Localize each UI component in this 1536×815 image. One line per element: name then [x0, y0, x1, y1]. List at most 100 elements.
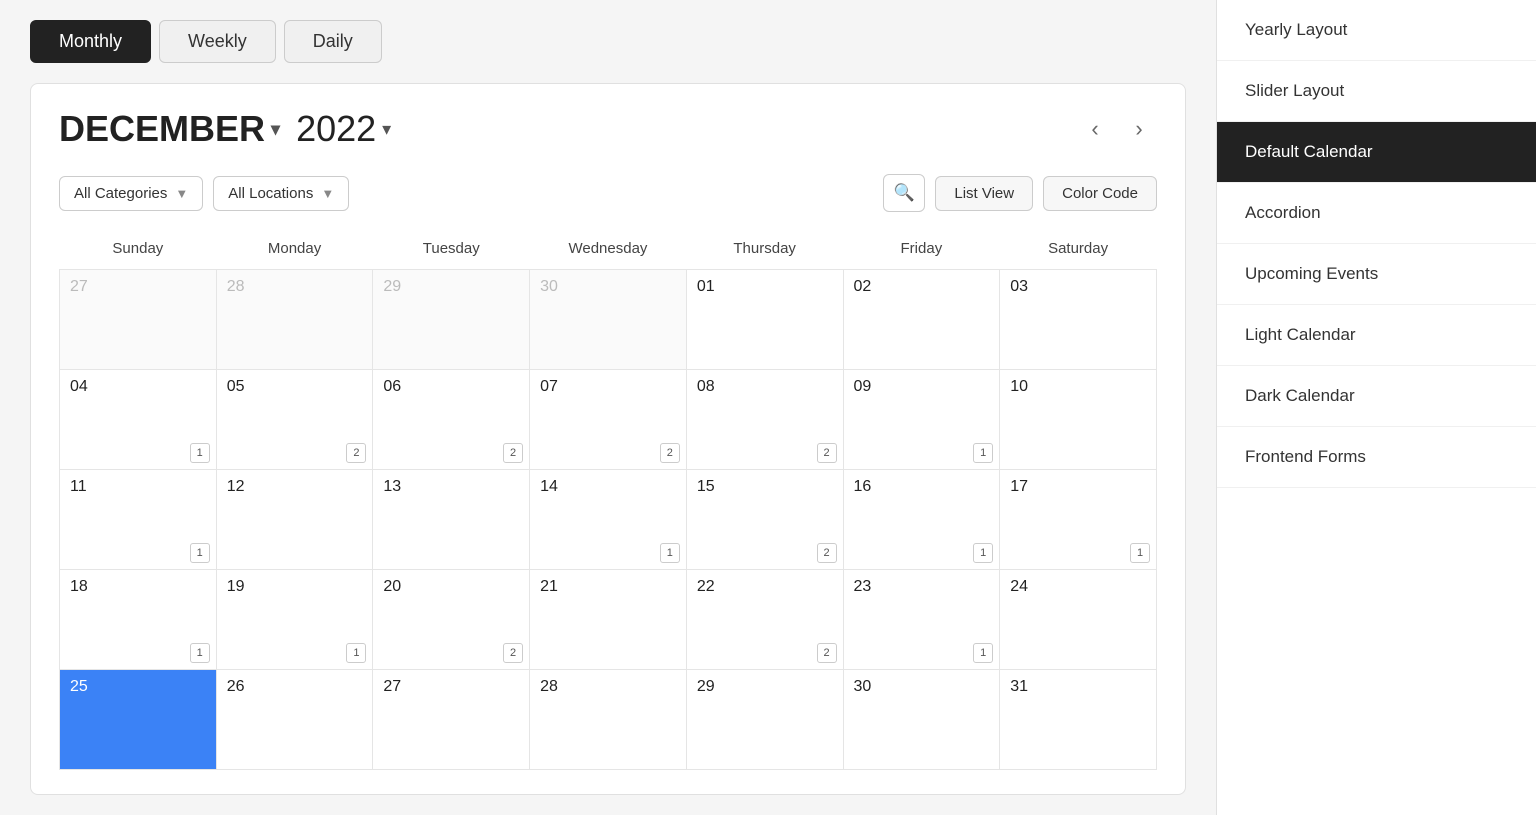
calendar-cell[interactable]: 01 [686, 270, 843, 370]
calendar-cell[interactable]: 31 [1000, 670, 1157, 770]
categories-filter[interactable]: All Categories ▼ [59, 176, 203, 211]
calendar-cell[interactable]: 06 2 [373, 370, 530, 470]
event-badge: 1 [190, 543, 210, 563]
weekday-tuesday: Tuesday [373, 232, 530, 270]
day-number: 29 [383, 278, 401, 295]
calendar-cell[interactable]: 222 [686, 570, 843, 670]
year-dropdown-arrow: ▾ [382, 119, 391, 140]
search-icon: 🔍 [894, 183, 915, 203]
sidebar-item-slider-layout[interactable]: Slider Layout [1217, 61, 1536, 122]
day-number: 06 [383, 378, 401, 395]
calendar-cell[interactable]: 181 [60, 570, 217, 670]
calendar-cell[interactable]: 03 [1000, 270, 1157, 370]
calendar-cell[interactable]: 171 [1000, 470, 1157, 570]
day-number: 27 [70, 278, 88, 295]
day-number: 23 [854, 578, 872, 595]
daily-btn[interactable]: Daily [284, 20, 382, 63]
sidebar-item-yearly-layout[interactable]: Yearly Layout [1217, 0, 1536, 61]
calendar-cell[interactable]: 27 [373, 670, 530, 770]
event-badge: 2 [503, 643, 523, 663]
month-selector[interactable]: DECEMBER ▾ [59, 108, 280, 150]
sidebar: Yearly LayoutSlider LayoutDefault Calend… [1216, 0, 1536, 815]
list-view-button[interactable]: List View [935, 176, 1033, 211]
calendar-cell[interactable]: 12 [216, 470, 373, 570]
day-number: 13 [383, 478, 401, 495]
main-content: Monthly Weekly Daily DECEMBER ▾ 2022 ▾ ‹… [0, 0, 1216, 815]
sidebar-item-dark-calendar[interactable]: Dark Calendar [1217, 366, 1536, 427]
calendar-cell[interactable]: 111 [60, 470, 217, 570]
calendar-cell[interactable]: 28 [216, 270, 373, 370]
calendar-cell[interactable]: 231 [843, 570, 1000, 670]
day-number: 05 [227, 378, 245, 395]
calendar-cell[interactable]: 27 [60, 270, 217, 370]
day-number: 15 [697, 478, 715, 495]
categories-label: All Categories [74, 185, 167, 202]
day-number: 11 [70, 478, 87, 495]
calendar-cell[interactable]: 29 [686, 670, 843, 770]
day-number: 26 [227, 678, 245, 695]
calendar-cell[interactable]: 152 [686, 470, 843, 570]
day-number: 20 [383, 578, 401, 595]
event-badge: 1 [660, 543, 680, 563]
week-row-1: 041052 06 2 072 08 2 09110 [60, 370, 1157, 470]
calendar-cell[interactable]: 02 [843, 270, 1000, 370]
calendar-cell[interactable]: 13 [373, 470, 530, 570]
day-number: 24 [1010, 578, 1028, 595]
search-button[interactable]: 🔍 [883, 174, 925, 212]
sidebar-item-upcoming-events[interactable]: Upcoming Events [1217, 244, 1536, 305]
calendar-cell[interactable]: 141 [530, 470, 687, 570]
prev-month-button[interactable]: ‹ [1077, 111, 1113, 147]
weekday-thursday: Thursday [686, 232, 843, 270]
day-number: 02 [854, 278, 872, 295]
calendar-cell[interactable]: 091 [843, 370, 1000, 470]
event-badge: 1 [973, 443, 993, 463]
calendar-cell[interactable]: 29 [373, 270, 530, 370]
sidebar-item-default-calendar[interactable]: Default Calendar [1217, 122, 1536, 183]
event-badge: 1 [973, 543, 993, 563]
day-number: 28 [227, 278, 245, 295]
calendar-cell[interactable]: 21 [530, 570, 687, 670]
event-badge: 2 [817, 443, 837, 463]
event-badge: 2 [503, 443, 523, 463]
nav-arrows: ‹ › [1077, 111, 1157, 147]
calendar-cell[interactable]: 20 2 [373, 570, 530, 670]
calendar-cell[interactable]: 08 2 [686, 370, 843, 470]
sidebar-item-light-calendar[interactable]: Light Calendar [1217, 305, 1536, 366]
calendar-cell[interactable]: 26 [216, 670, 373, 770]
calendar-cell[interactable]: 24 [1000, 570, 1157, 670]
locations-filter[interactable]: All Locations ▼ [213, 176, 349, 211]
calendar-cell[interactable]: 041 [60, 370, 217, 470]
month-year-selector: DECEMBER ▾ 2022 ▾ [59, 108, 1077, 150]
calendar-header: DECEMBER ▾ 2022 ▾ ‹ › [59, 108, 1157, 150]
locations-arrow: ▼ [321, 186, 334, 201]
weekday-sunday: Sunday [60, 232, 217, 270]
day-number: 08 [697, 378, 715, 395]
calendar-cell[interactable]: 052 [216, 370, 373, 470]
next-month-button[interactable]: › [1121, 111, 1157, 147]
weekday-header-row: Sunday Monday Tuesday Wednesday Thursday… [60, 232, 1157, 270]
sidebar-item-accordion[interactable]: Accordion [1217, 183, 1536, 244]
filter-bar: All Categories ▼ All Locations ▼ 🔍 List … [59, 174, 1157, 212]
year-selector[interactable]: 2022 ▾ [296, 108, 391, 150]
calendar-cell[interactable]: 072 [530, 370, 687, 470]
week-row-4: 25 26 272829 30 31 [60, 670, 1157, 770]
event-badge: 2 [817, 643, 837, 663]
month-dropdown-arrow: ▾ [271, 119, 280, 140]
sidebar-item-frontend-forms[interactable]: Frontend Forms [1217, 427, 1536, 488]
day-number: 21 [540, 578, 558, 595]
calendar-cell[interactable]: 28 [530, 670, 687, 770]
color-code-button[interactable]: Color Code [1043, 176, 1157, 211]
calendar-cell[interactable]: 161 [843, 470, 1000, 570]
calendar-cell[interactable]: 30 [843, 670, 1000, 770]
day-number: 30 [540, 278, 558, 295]
calendar-cell[interactable]: 30 [530, 270, 687, 370]
weekday-monday: Monday [216, 232, 373, 270]
weekly-btn[interactable]: Weekly [159, 20, 276, 63]
monthly-btn[interactable]: Monthly [30, 20, 151, 63]
day-number: 30 [854, 678, 872, 695]
calendar-cell[interactable]: 10 [1000, 370, 1157, 470]
event-badge: 1 [346, 643, 366, 663]
calendar-cell[interactable]: 191 [216, 570, 373, 670]
calendar-grid: Sunday Monday Tuesday Wednesday Thursday… [59, 232, 1157, 770]
calendar-cell[interactable]: 25 [60, 670, 217, 770]
